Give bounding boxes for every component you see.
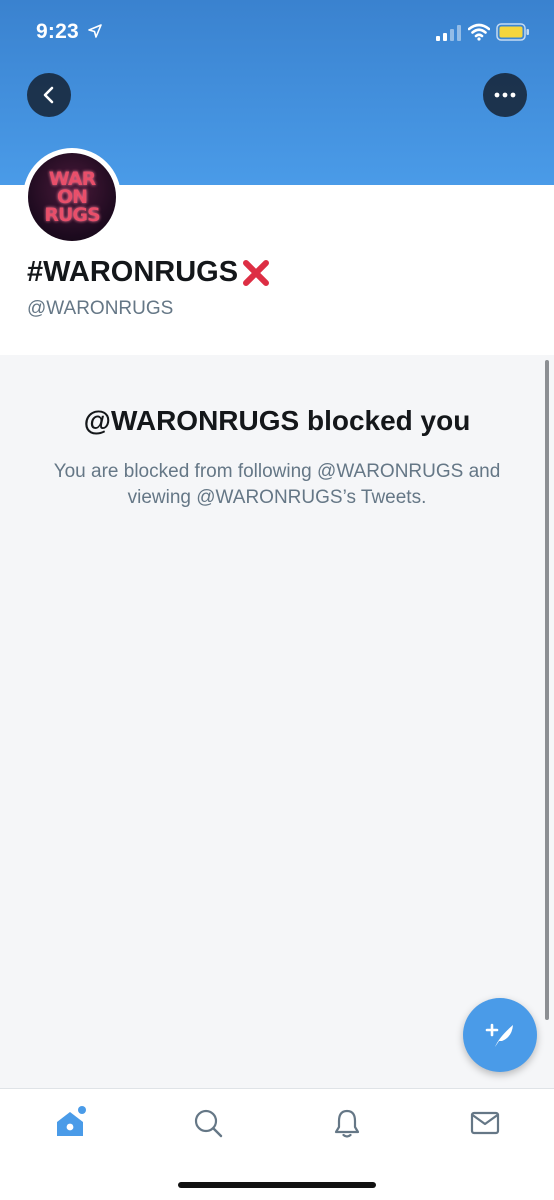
cellular-signal-icon [436,25,461,41]
avatar-image: WAR ON RUGS [28,153,116,241]
avatar[interactable]: WAR ON RUGS [23,148,121,246]
battery-icon [496,23,529,41]
status-bar: 9:23 [0,0,554,64]
search-icon [194,1109,223,1138]
compose-tweet-icon [485,1023,513,1047]
cross-mark-icon [243,259,270,286]
wifi-icon [468,23,490,41]
status-time: 9:23 [36,20,79,43]
tab-home[interactable] [50,1103,90,1143]
profile-display-name: #WARONRUGS [27,256,271,289]
blocked-title: @WARONRUGS blocked you [83,405,471,436]
compose-tweet-button[interactable] [463,998,537,1072]
tab-notifications[interactable] [327,1103,367,1143]
bell-icon [334,1109,360,1138]
chevron-left-icon [43,86,54,104]
home-indicator [178,1182,376,1188]
more-horizontal-icon [494,92,516,98]
scroll-indicator [545,360,549,1020]
tab-search[interactable] [188,1103,228,1143]
location-arrow-icon [88,24,102,38]
envelope-icon [470,1111,500,1135]
home-icon [57,1106,86,1136]
display-name-text: #WARONRUGS [27,256,239,288]
avatar-text-rugs: RUGS [44,204,100,226]
more-options-button[interactable] [483,73,527,117]
tab-messages[interactable] [465,1103,505,1143]
profile-handle: @WARONRUGS [27,298,174,319]
back-button[interactable] [27,73,71,117]
blocked-description: You are blocked from following @WARONRUG… [53,461,501,508]
